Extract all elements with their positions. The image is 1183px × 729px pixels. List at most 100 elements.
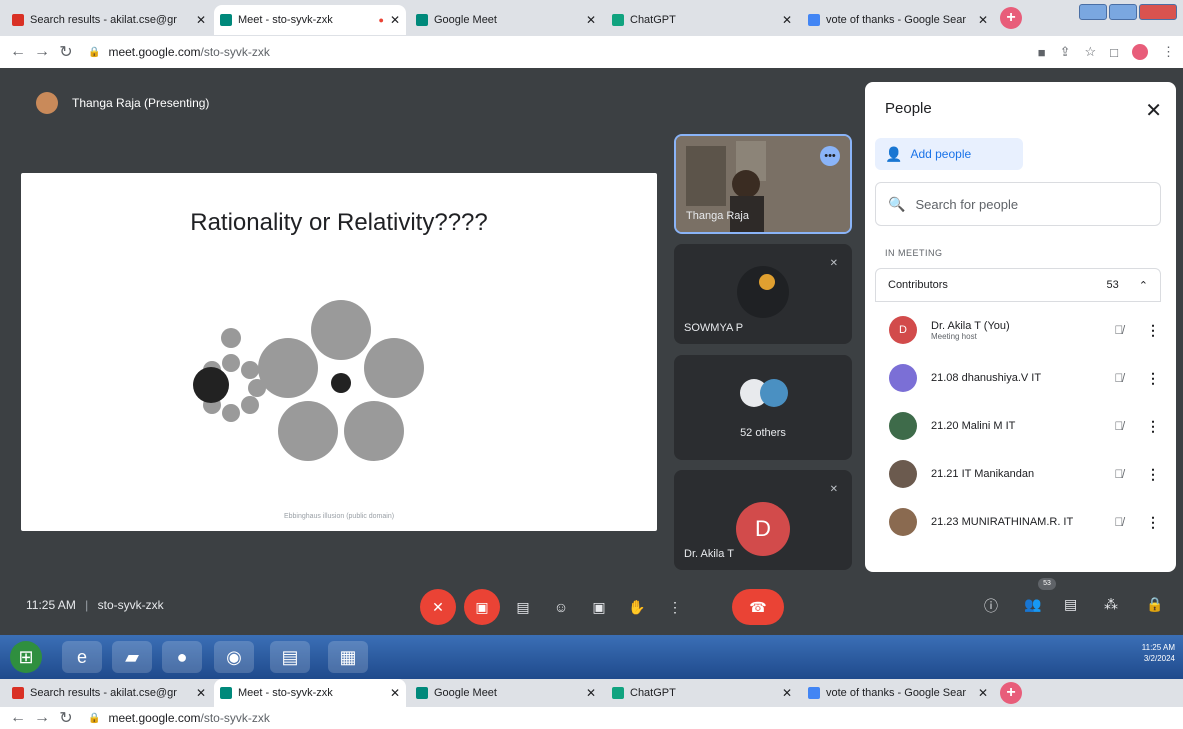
- google-icon: [808, 687, 820, 699]
- tab-meet[interactable]: Meet - sto-syvk-zxk ✕: [214, 679, 406, 707]
- url-field[interactable]: 🔒 meet.google.com/sto-syvk-zxk: [88, 45, 270, 59]
- close-icon[interactable]: ✕: [978, 686, 988, 700]
- sidepanel-icon[interactable]: □: [1110, 45, 1118, 60]
- folder-icon[interactable]: ▰: [112, 641, 152, 673]
- tab-google-search[interactable]: vote of thanks - Google Sear ✕: [802, 5, 994, 35]
- ie-icon[interactable]: e: [62, 641, 102, 673]
- new-tab-button[interactable]: +: [1000, 682, 1022, 704]
- close-icon[interactable]: ✕: [390, 686, 400, 700]
- mic-toggle-button[interactable]: ✕: [420, 589, 456, 625]
- camera-toggle-button[interactable]: ▣: [464, 589, 500, 625]
- mic-off-icon: ✕: [432, 598, 444, 615]
- close-icon[interactable]: ✕: [978, 13, 988, 27]
- info-icon[interactable]: ⓘ: [984, 596, 998, 616]
- host-controls-icon[interactable]: 🔒: [1146, 596, 1163, 613]
- chrome-icon[interactable]: ◉: [214, 641, 254, 673]
- tab-search-results[interactable]: Search results - akilat.cse@gr ✕: [6, 679, 212, 707]
- people-icon[interactable]: 👥: [1024, 596, 1041, 613]
- present-button[interactable]: ▣: [584, 589, 614, 625]
- list-item[interactable]: 21.23 MUNIRATHINAM.R. IT 🎙̸ ⋮: [875, 498, 1161, 546]
- tab-google-meet[interactable]: Google Meet ✕: [410, 5, 602, 35]
- add-person-icon: 👤: [885, 145, 903, 162]
- others-tile[interactable]: 52 others: [674, 355, 852, 460]
- star-icon[interactable]: ☆: [1084, 44, 1096, 60]
- participant-tile[interactable]: ✕ D Dr. Akila T: [674, 470, 852, 570]
- participant-tile[interactable]: ✕ SOWMYA P: [674, 244, 852, 344]
- add-people-button[interactable]: 👤 Add people: [875, 138, 1023, 170]
- close-icon[interactable]: ✕: [1145, 98, 1162, 123]
- back-icon[interactable]: ←: [6, 43, 30, 61]
- more-options-icon[interactable]: •••: [820, 146, 840, 166]
- minimize-button[interactable]: [1079, 4, 1107, 20]
- close-icon[interactable]: ✕: [196, 13, 206, 27]
- hang-up-icon: ☎: [749, 598, 767, 615]
- window-close-button[interactable]: [1139, 4, 1177, 20]
- more-vert-icon[interactable]: ⋮: [1145, 514, 1161, 531]
- reload-icon[interactable]: ↻: [54, 708, 78, 728]
- camera-icon[interactable]: ■: [1038, 45, 1046, 60]
- close-icon[interactable]: ✕: [390, 13, 400, 27]
- tab-title: Search results - akilat.cse@gr: [30, 687, 177, 699]
- present-screen-icon: ▣: [592, 598, 606, 615]
- mic-off-icon[interactable]: 🎙̸: [1109, 515, 1129, 529]
- document-icon[interactable]: ▦: [328, 641, 368, 673]
- forward-icon[interactable]: →: [30, 43, 54, 61]
- back-icon[interactable]: ←: [6, 709, 30, 727]
- url-path: /sto-syvk-zxk: [200, 711, 270, 725]
- lock-icon: 🔒: [88, 46, 101, 58]
- captions-button[interactable]: ▤: [508, 589, 538, 625]
- tab-meet[interactable]: Meet - sto-syvk-zxk ● ✕: [214, 5, 406, 35]
- new-tab-button[interactable]: +: [1000, 7, 1022, 29]
- participant-tile[interactable]: ••• Thanga Raja: [674, 134, 852, 234]
- maximize-button[interactable]: [1109, 4, 1137, 20]
- mic-off-icon[interactable]: 🎙̸: [1109, 323, 1129, 337]
- mic-off-icon[interactable]: 🎙̸: [1109, 419, 1129, 433]
- presenter-label: Thanga Raja (Presenting): [72, 96, 210, 110]
- tab-google-search[interactable]: vote of thanks - Google Sear ✕: [802, 679, 994, 707]
- list-item[interactable]: 21.20 Malini M IT 🎙̸ ⋮: [875, 402, 1161, 450]
- list-item[interactable]: 21.08 dhanushiya.V IT 🎙̸ ⋮: [875, 354, 1161, 402]
- tab-chatgpt[interactable]: ChatGPT ✕: [606, 5, 798, 35]
- url-field[interactable]: 🔒 meet.google.com/sto-syvk-zxk: [88, 711, 270, 725]
- start-button[interactable]: ⊞: [10, 641, 42, 673]
- more-vert-icon[interactable]: ⋮: [1145, 322, 1161, 339]
- tab-title: Meet - sto-syvk-zxk: [238, 14, 333, 26]
- chevron-up-icon[interactable]: ⌃: [1139, 279, 1148, 292]
- more-vert-icon[interactable]: ⋮: [1145, 466, 1161, 483]
- profile-avatar[interactable]: [1132, 44, 1148, 60]
- contributors-group-header[interactable]: Contributors 53 ⌃: [875, 268, 1161, 302]
- tab-title: Google Meet: [434, 687, 497, 699]
- leave-call-button[interactable]: ☎: [732, 589, 784, 625]
- close-icon[interactable]: ✕: [586, 13, 596, 27]
- participant-list: D Dr. Akila T (You) Meeting host 🎙̸ ⋮ 21…: [875, 306, 1161, 546]
- media-player-icon[interactable]: ●: [162, 641, 202, 673]
- mic-off-icon[interactable]: 🎙̸: [1109, 467, 1129, 481]
- search-input[interactable]: 🔍 Search for people: [875, 182, 1161, 226]
- raise-hand-button[interactable]: ✋: [622, 589, 652, 625]
- tab-chatgpt[interactable]: ChatGPT ✕: [606, 679, 798, 707]
- mic-off-icon[interactable]: 🎙̸: [1109, 371, 1129, 385]
- tab-search-results[interactable]: Search results - akilat.cse@gr ✕: [6, 5, 212, 35]
- meet-icon: [220, 14, 232, 26]
- share-icon[interactable]: ⇪: [1060, 44, 1071, 60]
- section-heading: IN MEETING: [885, 248, 943, 258]
- activities-icon[interactable]: ⁂: [1104, 596, 1118, 613]
- close-icon[interactable]: ✕: [782, 686, 792, 700]
- menu-icon[interactable]: ⋮: [1162, 44, 1175, 60]
- avatar-group: [740, 379, 788, 407]
- tab-google-meet[interactable]: Google Meet ✕: [410, 679, 602, 707]
- reload-icon[interactable]: ↻: [54, 42, 78, 62]
- close-icon[interactable]: ✕: [196, 686, 206, 700]
- app-icon[interactable]: ▤: [270, 641, 310, 673]
- more-vert-icon[interactable]: ⋮: [1145, 418, 1161, 435]
- reactions-button[interactable]: ☺: [546, 589, 576, 625]
- list-item[interactable]: D Dr. Akila T (You) Meeting host 🎙̸ ⋮: [875, 306, 1161, 354]
- list-item[interactable]: 21.21 IT Manikandan 🎙̸ ⋮: [875, 450, 1161, 498]
- close-icon[interactable]: ✕: [586, 686, 596, 700]
- close-icon[interactable]: ✕: [782, 13, 792, 27]
- more-vert-icon[interactable]: ⋮: [1145, 370, 1161, 387]
- chat-icon[interactable]: ▤: [1064, 596, 1077, 613]
- forward-icon[interactable]: →: [30, 709, 54, 727]
- clock-time: 11:25 AM: [1141, 643, 1175, 652]
- more-options-button[interactable]: ⋮: [660, 589, 690, 625]
